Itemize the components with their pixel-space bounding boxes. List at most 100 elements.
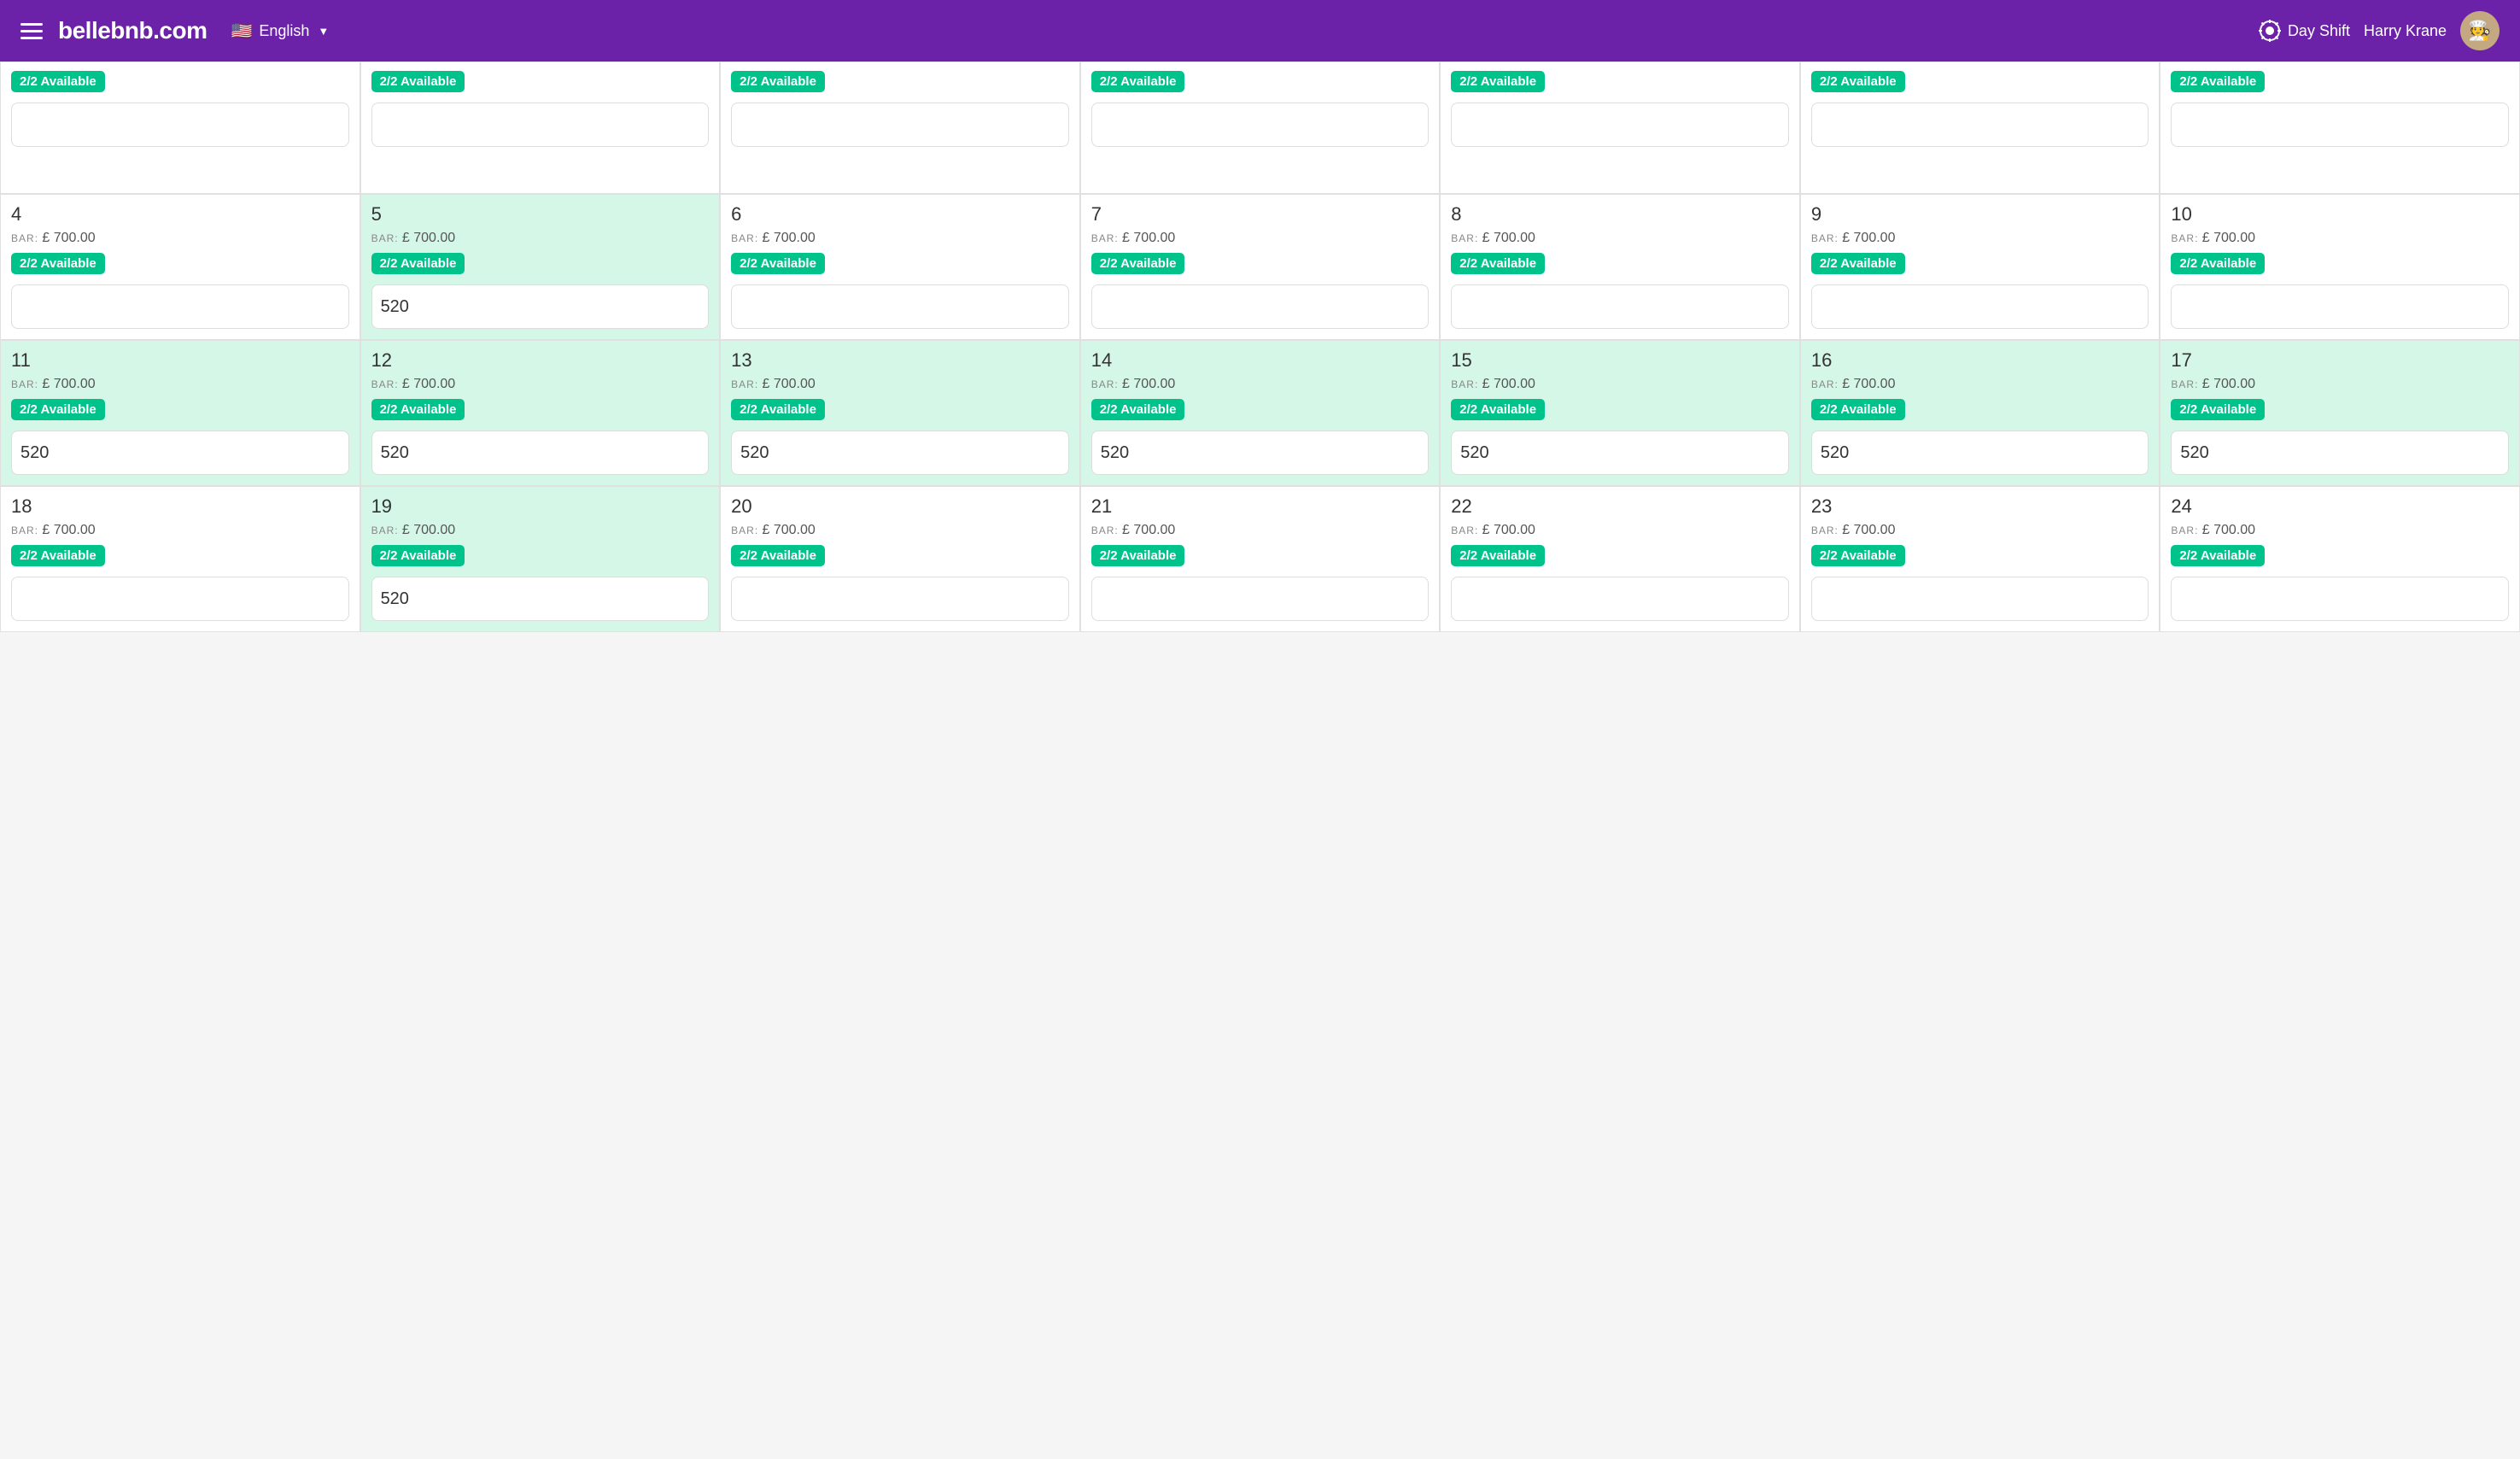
- day-number: 8: [1451, 203, 1789, 226]
- available-badge: 2/2 Available: [731, 545, 825, 566]
- available-badge: 2/2 Available: [371, 253, 465, 274]
- available-badge: 2/2 Available: [2171, 253, 2265, 274]
- day-number: 13: [731, 349, 1069, 372]
- price-input[interactable]: [11, 103, 349, 147]
- day-cell-18[interactable]: 18BAR: £ 700.002/2 Available: [0, 486, 360, 632]
- available-badge: 2/2 Available: [371, 545, 465, 566]
- price-input[interactable]: [2171, 577, 2509, 621]
- day-cell-top-0[interactable]: 2/2 Available: [0, 62, 360, 194]
- day-number: 14: [1091, 349, 1430, 372]
- user-name: Harry Krane: [2364, 22, 2447, 40]
- chevron-down-icon: ▼: [318, 25, 329, 38]
- day-cell-17[interactable]: 17 BAR: £ 700.00 2/2 Available 520: [2160, 340, 2520, 486]
- day-cell-15[interactable]: 15BAR: £ 700.002/2 Available520: [1440, 340, 1800, 486]
- price-input[interactable]: 520: [731, 431, 1069, 475]
- price-input[interactable]: [1811, 103, 2149, 147]
- day-cell-11[interactable]: 11BAR: £ 700.002/2 Available520: [0, 340, 360, 486]
- day-cell-20[interactable]: 20BAR: £ 700.002/2 Available: [720, 486, 1080, 632]
- available-badge: 2/2 Available: [1811, 253, 1905, 274]
- price-input[interactable]: [11, 577, 349, 621]
- day-number: 17: [2171, 349, 2509, 372]
- price-input[interactable]: [731, 103, 1069, 147]
- day-cell-5[interactable]: 5BAR: £ 700.002/2 Available520: [360, 194, 721, 340]
- price-input[interactable]: 520: [1811, 431, 2149, 475]
- day-cell-23[interactable]: 23BAR: £ 700.002/2 Available: [1800, 486, 2160, 632]
- bar-price: BAR: £ 700.00: [1811, 377, 2149, 392]
- price-input[interactable]: [371, 103, 710, 147]
- price-input[interactable]: 520: [1091, 431, 1430, 475]
- available-badge: 2/2 Available: [1451, 545, 1545, 566]
- price-input[interactable]: [1451, 284, 1789, 329]
- price-input[interactable]: [2171, 103, 2509, 147]
- available-badge: 2/2 Available: [1451, 253, 1545, 274]
- day-cell-top-3[interactable]: 2/2 Available: [1080, 62, 1441, 194]
- language-selector[interactable]: 🇺🇸 English ▼: [231, 21, 329, 42]
- day-cell-13[interactable]: 13BAR: £ 700.002/2 Available520: [720, 340, 1080, 486]
- available-badge: 2/2 Available: [1091, 253, 1185, 274]
- price-input[interactable]: 520: [2171, 431, 2509, 475]
- logo: bellebnb.com: [58, 17, 207, 44]
- day-number: 11: [11, 349, 349, 372]
- day-cell-22[interactable]: 22 BAR: £ 700.00 2/2 Available: [1440, 486, 1800, 632]
- day-cell-9[interactable]: 9BAR: £ 700.002/2 Available: [1800, 194, 2160, 340]
- main-header: bellebnb.com 🇺🇸 English ▼ Day Shift Harr…: [0, 0, 2520, 62]
- day-cell-24[interactable]: 24BAR: £ 700.002/2 Available: [2160, 486, 2520, 632]
- day-shift-indicator: Day Shift: [2259, 20, 2350, 42]
- day-cell-16[interactable]: 16BAR: £ 700.002/2 Available520: [1800, 340, 2160, 486]
- day-cell-top-4[interactable]: 2/2 Available: [1440, 62, 1800, 194]
- available-badge: 2/2 Available: [11, 71, 105, 92]
- available-badge: 2/2 Available: [731, 253, 825, 274]
- available-badge: 2/2 Available: [2171, 399, 2265, 420]
- price-input[interactable]: [731, 577, 1069, 621]
- price-input[interactable]: [1811, 577, 2149, 621]
- day-cell-top-6[interactable]: 2/2 Available: [2160, 62, 2520, 194]
- bar-price: BAR: £ 700.00: [2171, 377, 2509, 392]
- price-input[interactable]: [11, 284, 349, 329]
- day-cell-top-5[interactable]: 2/2 Available: [1800, 62, 2160, 194]
- day-number: 7: [1091, 203, 1430, 226]
- price-input[interactable]: [1451, 577, 1789, 621]
- sun-icon: [2259, 20, 2281, 42]
- price-input[interactable]: 520: [371, 284, 710, 329]
- price-input[interactable]: [731, 284, 1069, 329]
- available-badge: 2/2 Available: [731, 71, 825, 92]
- hamburger-menu[interactable]: [20, 23, 43, 39]
- flag-icon: 🇺🇸: [231, 21, 252, 42]
- day-cell-21[interactable]: 21 BAR: £ 700.00 2/2 Available: [1080, 486, 1441, 632]
- price-input[interactable]: [1451, 103, 1789, 147]
- available-badge: 2/2 Available: [371, 399, 465, 420]
- day-cell-7[interactable]: 7BAR: £ 700.002/2 Available: [1080, 194, 1441, 340]
- bar-price: BAR: £ 700.00: [1451, 523, 1789, 538]
- price-input[interactable]: [1091, 577, 1430, 621]
- available-badge: 2/2 Available: [1091, 545, 1185, 566]
- day-number: 21: [1091, 495, 1430, 518]
- price-input[interactable]: 520: [371, 577, 710, 621]
- day-cell-14[interactable]: 14BAR: £ 700.002/2 Available520: [1080, 340, 1441, 486]
- day-cell-8[interactable]: 8BAR: £ 700.002/2 Available: [1440, 194, 1800, 340]
- price-input[interactable]: [1091, 284, 1430, 329]
- day-number: 10: [2171, 203, 2509, 226]
- day-number: 22: [1451, 495, 1789, 518]
- day-cell-6[interactable]: 6BAR: £ 700.002/2 Available: [720, 194, 1080, 340]
- price-input[interactable]: [2171, 284, 2509, 329]
- bar-price: BAR: £ 700.00: [11, 523, 349, 538]
- price-input[interactable]: 520: [371, 431, 710, 475]
- day-cell-top-2[interactable]: 2/2 Available: [720, 62, 1080, 194]
- bar-price: BAR: £ 700.00: [1091, 523, 1430, 538]
- price-input[interactable]: [1811, 284, 2149, 329]
- day-cell-4[interactable]: 4BAR: £ 700.002/2 Available: [0, 194, 360, 340]
- day-cell-10[interactable]: 10 BAR: £ 700.00 2/2 Available: [2160, 194, 2520, 340]
- bar-price: BAR: £ 700.00: [1091, 377, 1430, 392]
- day-number: 18: [11, 495, 349, 518]
- price-input[interactable]: 520: [1451, 431, 1789, 475]
- price-input[interactable]: [1091, 103, 1430, 147]
- day-number: 9: [1811, 203, 2149, 226]
- bar-price: BAR: £ 700.00: [371, 377, 710, 392]
- day-cell-12[interactable]: 12BAR: £ 700.002/2 Available520: [360, 340, 721, 486]
- day-cell-top-1[interactable]: 2/2 Available: [360, 62, 721, 194]
- bar-price: BAR: £ 700.00: [731, 523, 1069, 538]
- price-input[interactable]: 520: [11, 431, 349, 475]
- day-cell-19[interactable]: 19BAR: £ 700.002/2 Available520: [360, 486, 721, 632]
- bar-price: BAR: £ 700.00: [2171, 231, 2509, 246]
- bar-price: BAR: £ 700.00: [2171, 523, 2509, 538]
